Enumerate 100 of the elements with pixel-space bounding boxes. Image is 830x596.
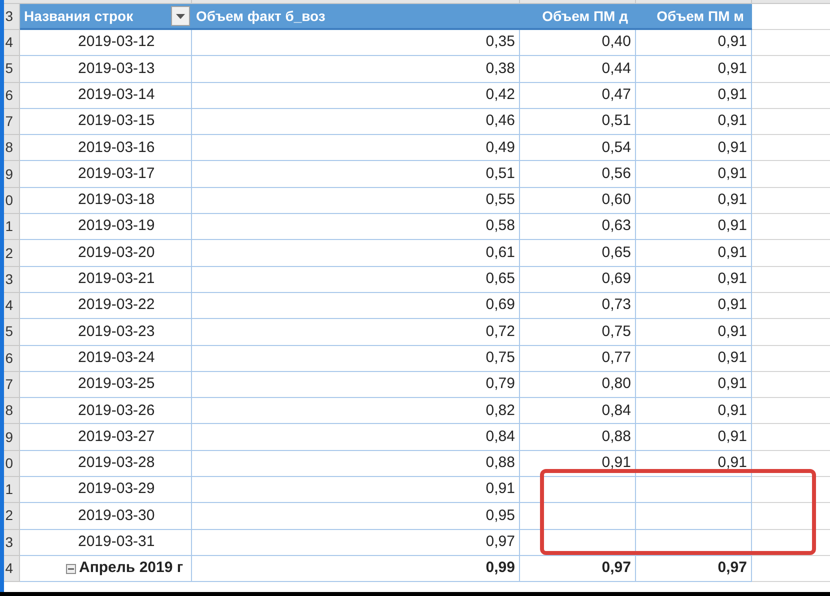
- table-cell-text: 0,88: [602, 426, 631, 447]
- table-cell-text: 0,91: [718, 400, 747, 421]
- table-cell-text: 0,97: [718, 558, 747, 578]
- table-cell-text: 0,91: [718, 190, 747, 210]
- row-number: 0: [5, 190, 14, 210]
- table-cell-text: 0,91: [486, 479, 515, 500]
- table-cell-text: 0,42: [486, 84, 515, 105]
- table-cell-text: 0,51: [602, 111, 631, 132]
- table-cell-text: 2019-03-23: [78, 322, 155, 342]
- table-cell-text: 0,77: [602, 348, 631, 368]
- column-header: Названия строк: [24, 6, 134, 26]
- row-number: 7: [5, 112, 14, 132]
- table-cell-text: 0,73: [602, 295, 631, 316]
- table-cell-text: 0,91: [718, 164, 747, 184]
- table-cell-text: 0,69: [486, 295, 515, 316]
- table-cell-text: 0,61: [486, 242, 515, 263]
- filter-dropdown-button[interactable]: [171, 6, 190, 26]
- table-cell-text: 2019-03-22: [78, 295, 155, 316]
- table-cell-text: 0,63: [602, 216, 631, 236]
- table-cell-text: 0,99: [486, 558, 515, 578]
- table-cell-text: 0,82: [486, 400, 515, 421]
- table-cell-text: 0,91: [718, 453, 747, 474]
- table-cell-text: 0,44: [602, 58, 631, 79]
- table-cell-text: 2019-03-17: [78, 164, 155, 184]
- table-cell-text: 2019-03-30: [78, 506, 155, 526]
- row-number: 5: [5, 322, 14, 342]
- table-cell-text: 0,91: [718, 216, 747, 236]
- table-cell-text: 2019-03-20: [78, 242, 155, 263]
- table-cell-text: 0,65: [486, 269, 515, 290]
- table-cell-text: 2019-03-13: [78, 58, 155, 79]
- table-cell-text: 0,46: [486, 111, 515, 132]
- table-cell-text: 0,91: [718, 348, 747, 368]
- table-cell-text: 0,91: [718, 58, 747, 79]
- row-number: 2: [5, 506, 14, 526]
- row-number: 4: [5, 33, 14, 52]
- row-number: 4: [5, 559, 14, 578]
- table-cell-text: 2019-03-28: [78, 453, 155, 474]
- column-header: Объем факт б_воз: [196, 6, 326, 26]
- row-number: 7: [5, 375, 14, 394]
- table-cell-text: 0,97: [486, 532, 515, 552]
- table-cell-text: 2019-03-29: [78, 479, 155, 500]
- table-cell-text: 0,88: [486, 453, 515, 474]
- table-cell-text: 0,91: [718, 32, 747, 52]
- table-cell-text: 2019-03-16: [78, 138, 155, 158]
- table-cell-text: 0,91: [718, 138, 747, 158]
- column-header: Объем ПМ м: [656, 6, 744, 26]
- table-cell-text: 0,91: [718, 322, 747, 342]
- row-number: 6: [5, 86, 14, 105]
- table-cell-text: 2019-03-27: [78, 426, 155, 447]
- table-cell-text: 0,91: [718, 295, 747, 316]
- table-cell-text: 0,35: [486, 32, 515, 52]
- table-cell-text: 0,80: [602, 374, 631, 394]
- table-cell-text: 0,97: [602, 558, 631, 578]
- table-cell-text: 0,49: [486, 138, 515, 158]
- table-cell-text: 2019-03-21: [78, 269, 155, 290]
- row-number: 3: [5, 270, 14, 289]
- table-cell-text: 2019-03-31: [78, 532, 155, 552]
- table-cell-text: 0,75: [602, 322, 631, 342]
- table-cell-text: 2019-03-26: [78, 400, 155, 421]
- row-number: 3: [5, 532, 14, 552]
- table-cell-text: 2019-03-12: [78, 32, 155, 52]
- table-cell-text: 0,84: [602, 400, 631, 421]
- row-number: 1: [5, 217, 14, 236]
- table-cell-text: 0,51: [486, 164, 515, 184]
- table-cell-text: 0,84: [486, 426, 515, 447]
- table-cell-text: 0,91: [718, 111, 747, 132]
- table-cell-text: 2019-03-18: [78, 190, 155, 210]
- row-number: 2: [5, 244, 14, 263]
- table-cell-text: 0,79: [486, 374, 515, 394]
- row-number: 8: [5, 138, 14, 158]
- row-number: 8: [5, 401, 14, 420]
- table-cell-text: 0,40: [602, 32, 631, 52]
- table-cell-text: 0,58: [486, 216, 515, 236]
- row-number: 1: [5, 480, 14, 500]
- table-cell-text: 0,65: [602, 242, 631, 263]
- table-cell-text: 2019-03-25: [78, 374, 155, 394]
- caret-icon: [176, 14, 185, 18]
- table-cell-text: 0,54: [602, 138, 631, 158]
- table-cell-text: 0,91: [718, 426, 747, 447]
- table-cell-text: 0,38: [486, 58, 515, 79]
- table-cell-text: 0,69: [602, 269, 631, 290]
- table-cell-text: 0,47: [602, 84, 631, 105]
- row-number: 5: [5, 59, 14, 78]
- table-cell-text: 0,55: [486, 190, 515, 210]
- row-number: 9: [5, 164, 14, 184]
- table-cell-text: 0,60: [602, 190, 631, 210]
- column-header: Объем ПМ д: [542, 6, 628, 26]
- table-cell-text: 0,91: [602, 453, 631, 474]
- table-cell-text: 2019-03-14: [78, 84, 155, 105]
- row-number: 3: [5, 7, 14, 26]
- table-cell-text: 0,91: [718, 84, 747, 105]
- row-number: 4: [5, 296, 14, 316]
- table-cell-text: 2019-03-24: [78, 348, 155, 368]
- row-number: 0: [5, 454, 14, 473]
- table-cell-text: 0,95: [486, 506, 515, 526]
- row-number: 9: [5, 428, 14, 447]
- table-cell-text: 0,91: [718, 374, 747, 394]
- table-cell-text: 0,56: [602, 164, 631, 184]
- collapse-icon[interactable]: [66, 564, 76, 574]
- table-cell-text: 0,72: [486, 322, 515, 342]
